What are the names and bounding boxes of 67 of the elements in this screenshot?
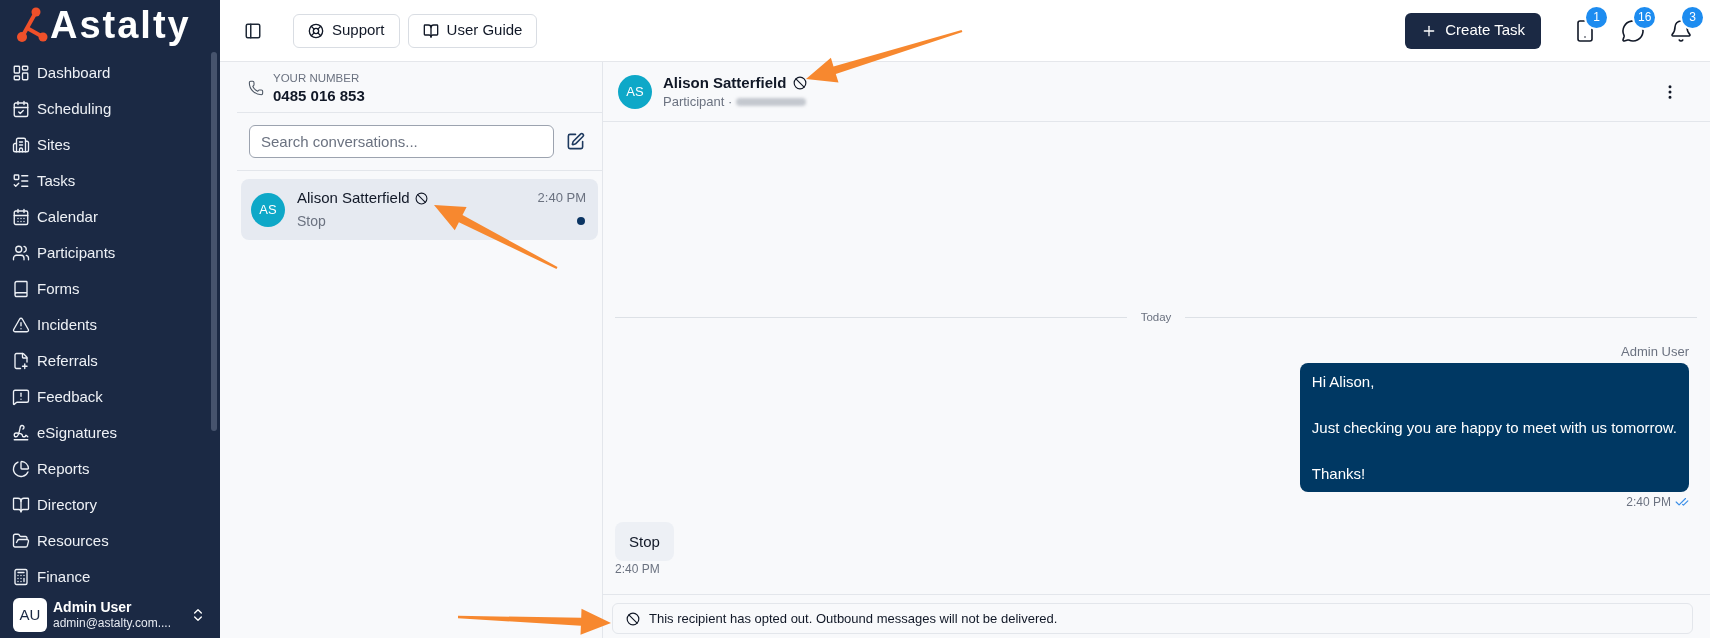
nav-item[interactable]: Forms (10, 271, 200, 307)
contact-avatar: AS (251, 192, 285, 227)
signature-icon (12, 424, 30, 442)
phone-number: 0485 016 853 (273, 85, 365, 106)
file-plus-icon (12, 352, 30, 370)
logo-mark-icon (16, 6, 48, 43)
nav-item[interactable]: Finance (10, 559, 200, 592)
nav-item[interactable]: eSignatures (10, 415, 200, 451)
pie-chart-icon (12, 460, 30, 478)
message-preview: Stop (297, 212, 326, 231)
calendar-icon (12, 208, 30, 226)
book-icon (12, 280, 30, 298)
open-book-icon (422, 22, 439, 39)
date-divider-label: Today (1140, 310, 1172, 325)
count-badge: 16 (1634, 6, 1656, 28)
nav-item[interactable]: Calendar (10, 199, 200, 235)
phone-icon (248, 80, 264, 96)
nav-item[interactable]: Reports (10, 451, 200, 487)
users-icon (12, 244, 30, 262)
count-badge: 1 (1586, 6, 1607, 28)
warning-icon (12, 316, 30, 334)
message-time: 2:40 PM (1626, 494, 1671, 510)
nav-item[interactable]: Sites (10, 127, 200, 163)
blurred-text-drawing (736, 97, 807, 106)
lifebuoy-icon (308, 22, 324, 39)
user-email: admin@astalty.com.... (53, 616, 171, 631)
toolbar-button[interactable]: Support (293, 13, 400, 48)
message-bubble: Hi Alison, Just checking you are happy to meet with us tomorrow. Thanks! (1299, 363, 1689, 492)
nav-item[interactable]: Resources (10, 523, 200, 559)
nav-item[interactable]: Referrals (10, 343, 200, 379)
calendar-check-icon (12, 100, 30, 118)
conversation-item[interactable]: AS Alison Satterfield 2:40 PM Stop (241, 179, 598, 240)
message-bubble: Stop (615, 522, 674, 561)
open-book-icon (12, 496, 30, 514)
nav-item[interactable]: Participants (10, 235, 200, 271)
ban-icon (626, 611, 640, 626)
message-time: 2:40 PM (537, 189, 586, 207)
sidebar-toggle-icon[interactable] (244, 21, 262, 40)
building-icon (12, 136, 30, 154)
nav-item[interactable]: Directory (10, 487, 200, 523)
search-field[interactable]: Search conversations... (249, 125, 554, 158)
message-alert-icon (12, 388, 30, 406)
nav-item[interactable]: Dashboard (10, 55, 200, 91)
dashboard-grid-icon (12, 64, 30, 82)
contact-name: Alison Satterfield (297, 188, 410, 208)
nav-item[interactable]: Scheduling (10, 91, 200, 127)
user-name: Admin User (53, 599, 133, 616)
opt-out-message: This recipient has opted out. Outbound messages will not be delivered. (649, 609, 1058, 628)
logo-text: Astalty (50, 5, 191, 44)
nav-item[interactable]: Feedback (10, 379, 200, 415)
folder-icon (12, 532, 30, 550)
calculator-icon (12, 568, 30, 586)
contact-avatar: AS (618, 74, 652, 109)
nav-item[interactable]: Tasks (10, 163, 200, 199)
compose-icon[interactable] (566, 132, 585, 151)
contact-name: Alison Satterfield (663, 73, 787, 93)
user-avatar: AU (13, 598, 47, 632)
create-task-button[interactable]: Create Task (1405, 12, 1541, 49)
message-time: 2:40 PM (615, 561, 660, 577)
sender-name: Admin User (1621, 344, 1689, 360)
checklist-icon (12, 172, 30, 190)
toolbar-button[interactable]: User Guide (407, 13, 538, 48)
scrollbar[interactable] (211, 52, 217, 431)
nav-item[interactable]: Incidents (10, 307, 200, 343)
number-label: YOUR NUMBER (273, 70, 361, 85)
contact-subtitle: Participant · (663, 93, 733, 110)
count-badge: 3 (1682, 6, 1703, 28)
